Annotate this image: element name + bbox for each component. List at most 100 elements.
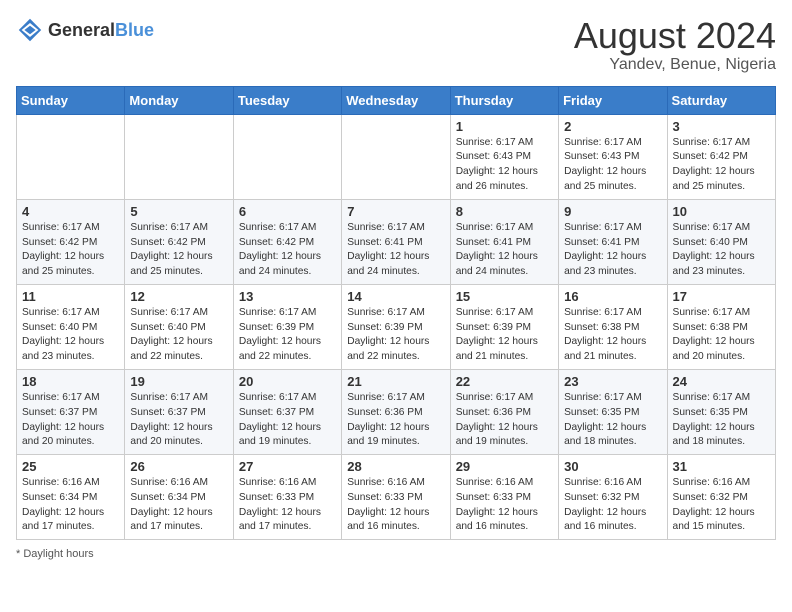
table-row: 24 Sunrise: 6:17 AMSunset: 6:35 PMDaylig…	[667, 369, 775, 454]
location-title: Yandev, Benue, Nigeria	[574, 56, 776, 74]
day-info: Sunrise: 6:17 AMSunset: 6:41 PMDaylight:…	[347, 221, 444, 280]
table-row: 21 Sunrise: 6:17 AMSunset: 6:36 PMDaylig…	[342, 369, 450, 454]
table-row: 29 Sunrise: 6:16 AMSunset: 6:33 PMDaylig…	[450, 455, 558, 540]
day-info: Sunrise: 6:17 AMSunset: 6:37 PMDaylight:…	[239, 391, 336, 450]
table-row: 31 Sunrise: 6:16 AMSunset: 6:32 PMDaylig…	[667, 455, 775, 540]
day-number: 4	[22, 204, 119, 219]
day-info: Sunrise: 6:17 AMSunset: 6:40 PMDaylight:…	[130, 306, 227, 365]
day-info: Sunrise: 6:17 AMSunset: 6:42 PMDaylight:…	[239, 221, 336, 280]
table-row: 6 Sunrise: 6:17 AMSunset: 6:42 PMDayligh…	[233, 199, 341, 284]
table-row: 28 Sunrise: 6:16 AMSunset: 6:33 PMDaylig…	[342, 455, 450, 540]
day-number: 2	[564, 119, 661, 134]
table-row: 26 Sunrise: 6:16 AMSunset: 6:34 PMDaylig…	[125, 455, 233, 540]
table-row: 30 Sunrise: 6:16 AMSunset: 6:32 PMDaylig…	[559, 455, 667, 540]
day-number: 26	[130, 459, 227, 474]
day-info: Sunrise: 6:16 AMSunset: 6:32 PMDaylight:…	[564, 476, 661, 535]
calendar-week-row: 25 Sunrise: 6:16 AMSunset: 6:34 PMDaylig…	[17, 455, 776, 540]
day-number: 28	[347, 459, 444, 474]
day-info: Sunrise: 6:17 AMSunset: 6:36 PMDaylight:…	[347, 391, 444, 450]
day-number: 23	[564, 374, 661, 389]
day-number: 7	[347, 204, 444, 219]
col-saturday: Saturday	[667, 86, 775, 114]
day-number: 15	[456, 289, 553, 304]
table-row: 27 Sunrise: 6:16 AMSunset: 6:33 PMDaylig…	[233, 455, 341, 540]
col-tuesday: Tuesday	[233, 86, 341, 114]
day-number: 9	[564, 204, 661, 219]
table-row	[17, 114, 125, 199]
footer-note: * Daylight hours	[16, 548, 776, 560]
table-row: 3 Sunrise: 6:17 AMSunset: 6:42 PMDayligh…	[667, 114, 775, 199]
day-info: Sunrise: 6:17 AMSunset: 6:41 PMDaylight:…	[564, 221, 661, 280]
calendar-week-row: 11 Sunrise: 6:17 AMSunset: 6:40 PMDaylig…	[17, 284, 776, 369]
daylight-label: Daylight hours	[23, 548, 93, 560]
col-friday: Friday	[559, 86, 667, 114]
table-row: 23 Sunrise: 6:17 AMSunset: 6:35 PMDaylig…	[559, 369, 667, 454]
day-number: 11	[22, 289, 119, 304]
calendar-header-row: Sunday Monday Tuesday Wednesday Thursday…	[17, 86, 776, 114]
table-row: 22 Sunrise: 6:17 AMSunset: 6:36 PMDaylig…	[450, 369, 558, 454]
day-number: 21	[347, 374, 444, 389]
table-row: 17 Sunrise: 6:17 AMSunset: 6:38 PMDaylig…	[667, 284, 775, 369]
table-row: 11 Sunrise: 6:17 AMSunset: 6:40 PMDaylig…	[17, 284, 125, 369]
col-monday: Monday	[125, 86, 233, 114]
day-info: Sunrise: 6:16 AMSunset: 6:33 PMDaylight:…	[456, 476, 553, 535]
table-row	[342, 114, 450, 199]
day-number: 3	[673, 119, 770, 134]
calendar-week-row: 4 Sunrise: 6:17 AMSunset: 6:42 PMDayligh…	[17, 199, 776, 284]
page-header: GeneralBlue August 2024 Yandev, Benue, N…	[16, 16, 776, 74]
day-number: 10	[673, 204, 770, 219]
table-row: 4 Sunrise: 6:17 AMSunset: 6:42 PMDayligh…	[17, 199, 125, 284]
calendar-week-row: 1 Sunrise: 6:17 AMSunset: 6:43 PMDayligh…	[17, 114, 776, 199]
day-info: Sunrise: 6:17 AMSunset: 6:39 PMDaylight:…	[239, 306, 336, 365]
day-number: 24	[673, 374, 770, 389]
day-info: Sunrise: 6:17 AMSunset: 6:40 PMDaylight:…	[22, 306, 119, 365]
day-number: 18	[22, 374, 119, 389]
table-row: 15 Sunrise: 6:17 AMSunset: 6:39 PMDaylig…	[450, 284, 558, 369]
col-thursday: Thursday	[450, 86, 558, 114]
day-info: Sunrise: 6:17 AMSunset: 6:42 PMDaylight:…	[130, 221, 227, 280]
logo-blue: Blue	[115, 20, 154, 40]
table-row: 9 Sunrise: 6:17 AMSunset: 6:41 PMDayligh…	[559, 199, 667, 284]
day-info: Sunrise: 6:16 AMSunset: 6:34 PMDaylight:…	[22, 476, 119, 535]
table-row: 19 Sunrise: 6:17 AMSunset: 6:37 PMDaylig…	[125, 369, 233, 454]
table-row	[233, 114, 341, 199]
table-row: 1 Sunrise: 6:17 AMSunset: 6:43 PMDayligh…	[450, 114, 558, 199]
logo: GeneralBlue	[16, 16, 154, 44]
day-info: Sunrise: 6:16 AMSunset: 6:34 PMDaylight:…	[130, 476, 227, 535]
day-info: Sunrise: 6:17 AMSunset: 6:35 PMDaylight:…	[673, 391, 770, 450]
day-info: Sunrise: 6:17 AMSunset: 6:42 PMDaylight:…	[22, 221, 119, 280]
day-number: 14	[347, 289, 444, 304]
day-info: Sunrise: 6:17 AMSunset: 6:39 PMDaylight:…	[347, 306, 444, 365]
logo-icon	[16, 16, 44, 44]
calendar-week-row: 18 Sunrise: 6:17 AMSunset: 6:37 PMDaylig…	[17, 369, 776, 454]
day-info: Sunrise: 6:17 AMSunset: 6:39 PMDaylight:…	[456, 306, 553, 365]
table-row: 13 Sunrise: 6:17 AMSunset: 6:39 PMDaylig…	[233, 284, 341, 369]
day-number: 31	[673, 459, 770, 474]
day-number: 16	[564, 289, 661, 304]
table-row: 16 Sunrise: 6:17 AMSunset: 6:38 PMDaylig…	[559, 284, 667, 369]
day-number: 29	[456, 459, 553, 474]
table-row: 5 Sunrise: 6:17 AMSunset: 6:42 PMDayligh…	[125, 199, 233, 284]
table-row: 2 Sunrise: 6:17 AMSunset: 6:43 PMDayligh…	[559, 114, 667, 199]
day-number: 5	[130, 204, 227, 219]
day-info: Sunrise: 6:17 AMSunset: 6:42 PMDaylight:…	[673, 136, 770, 195]
day-info: Sunrise: 6:17 AMSunset: 6:37 PMDaylight:…	[130, 391, 227, 450]
table-row: 7 Sunrise: 6:17 AMSunset: 6:41 PMDayligh…	[342, 199, 450, 284]
col-wednesday: Wednesday	[342, 86, 450, 114]
logo-general: General	[48, 20, 115, 40]
day-number: 25	[22, 459, 119, 474]
day-info: Sunrise: 6:17 AMSunset: 6:38 PMDaylight:…	[673, 306, 770, 365]
day-number: 1	[456, 119, 553, 134]
table-row: 18 Sunrise: 6:17 AMSunset: 6:37 PMDaylig…	[17, 369, 125, 454]
calendar-table: Sunday Monday Tuesday Wednesday Thursday…	[16, 86, 776, 541]
table-row: 12 Sunrise: 6:17 AMSunset: 6:40 PMDaylig…	[125, 284, 233, 369]
day-info: Sunrise: 6:17 AMSunset: 6:43 PMDaylight:…	[456, 136, 553, 195]
table-row: 20 Sunrise: 6:17 AMSunset: 6:37 PMDaylig…	[233, 369, 341, 454]
table-row	[125, 114, 233, 199]
day-info: Sunrise: 6:17 AMSunset: 6:38 PMDaylight:…	[564, 306, 661, 365]
day-number: 22	[456, 374, 553, 389]
day-info: Sunrise: 6:17 AMSunset: 6:41 PMDaylight:…	[456, 221, 553, 280]
table-row: 10 Sunrise: 6:17 AMSunset: 6:40 PMDaylig…	[667, 199, 775, 284]
day-info: Sunrise: 6:16 AMSunset: 6:33 PMDaylight:…	[239, 476, 336, 535]
day-number: 27	[239, 459, 336, 474]
